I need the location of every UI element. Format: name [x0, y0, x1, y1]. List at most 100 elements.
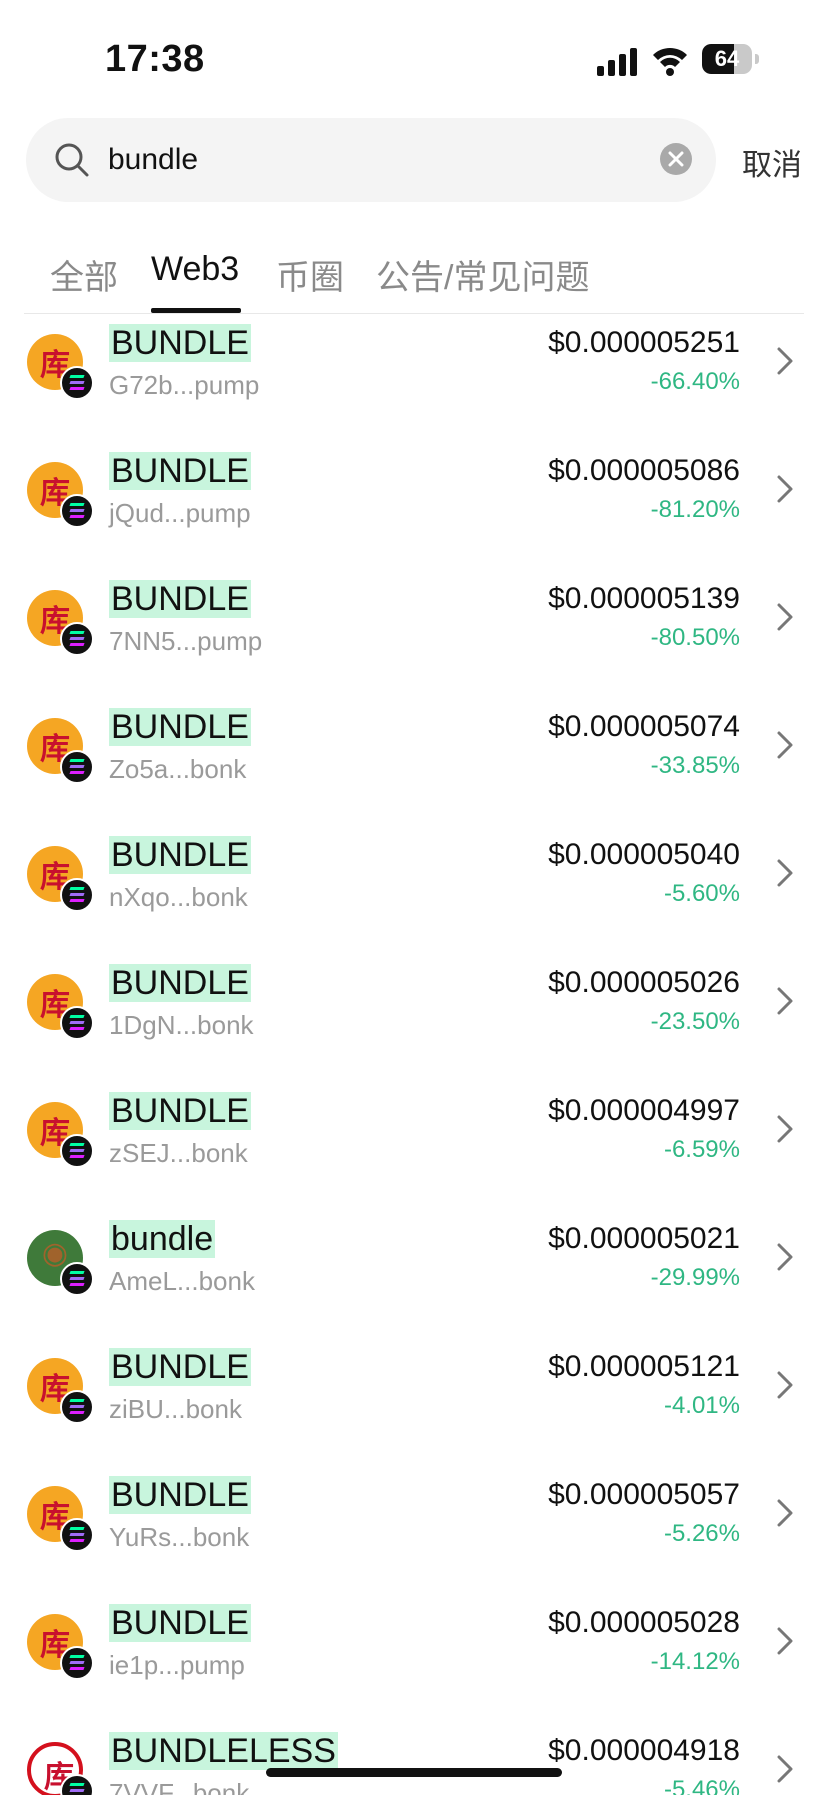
token-name: BUNDLE	[109, 1348, 251, 1386]
token-price: $0.000005021	[548, 1222, 740, 1255]
token-avatar: 库	[27, 334, 94, 400]
token-address: ziBU...bonk	[109, 1394, 242, 1424]
token-result-row[interactable]: 库 BUNDLE 7NN5...pump $0.000005139 -80.50%	[0, 568, 828, 696]
token-avatar: 库	[27, 718, 94, 784]
solana-chain-icon	[60, 1774, 94, 1795]
price-change: -5.60%	[663, 880, 740, 907]
status-bar: 17:38 64	[0, 0, 828, 110]
solana-chain-icon	[60, 366, 94, 400]
search-bar[interactable]	[26, 118, 716, 202]
token-address: Zo5a...bonk	[109, 754, 247, 784]
solana-chain-icon	[60, 1518, 94, 1552]
token-name: BUNDLE	[109, 836, 251, 874]
chevron-right-icon	[777, 1499, 793, 1527]
token-result-row[interactable]: 库 BUNDLE jQud...pump $0.000005086 -81.20%	[0, 440, 828, 568]
token-price: $0.000004918	[548, 1734, 740, 1767]
solana-chain-icon	[60, 1390, 94, 1424]
results-list: 库 BUNDLE G72b...pump $0.000005251 -66.40% 库 BU…	[0, 314, 828, 1795]
tab-web3[interactable]: Web3	[151, 250, 239, 289]
token-avatar: 库	[27, 462, 94, 528]
token-avatar: ◉	[27, 1230, 94, 1296]
token-name: BUNDLE	[109, 324, 251, 362]
price-change: -6.59%	[663, 1136, 740, 1163]
chevron-right-icon	[777, 1115, 793, 1143]
token-price: $0.000004997	[548, 1094, 740, 1127]
token-price: $0.000005251	[548, 326, 740, 359]
token-price: $0.000005028	[548, 1606, 740, 1639]
solana-chain-icon	[60, 622, 94, 656]
solana-chain-icon	[60, 1646, 94, 1680]
token-avatar: 库	[27, 1358, 94, 1424]
price-change: -66.40%	[650, 368, 740, 395]
token-result-row[interactable]: 库 BUNDLELESS 7VVF...bonk $0.000004918 -5.46%	[0, 1720, 828, 1795]
price-change: -5.26%	[663, 1520, 740, 1547]
price-change: -29.99%	[650, 1264, 740, 1291]
status-time: 17:38	[105, 38, 205, 80]
token-address: 1DgN...bonk	[109, 1010, 254, 1040]
token-avatar: 库	[27, 1614, 94, 1680]
token-result-row[interactable]: 库 BUNDLE G72b...pump $0.000005251 -66.40%	[0, 314, 828, 440]
token-price: $0.000005040	[548, 838, 740, 871]
battery-level: 64	[714, 46, 740, 71]
cellular-signal-icon	[597, 48, 637, 76]
price-change: -5.46%	[663, 1776, 740, 1795]
price-change: -23.50%	[650, 1008, 740, 1035]
category-tabs: 全部 Web3 币圈 公告/常见问题	[0, 236, 828, 316]
chevron-right-icon	[777, 1627, 793, 1655]
tab-announcements-faq[interactable]: 公告/常见问题	[376, 250, 589, 299]
clear-search-icon[interactable]	[660, 143, 692, 175]
token-result-row[interactable]: 库 BUNDLE YuRs...bonk $0.000005057 -5.26%	[0, 1464, 828, 1592]
token-name: BUNDLE	[109, 1092, 251, 1130]
price-change: -81.20%	[650, 496, 740, 523]
search-icon	[55, 143, 89, 177]
cancel-button[interactable]: 取消	[742, 140, 802, 184]
token-avatar: 库	[27, 1102, 94, 1168]
token-result-row[interactable]: 库 BUNDLE zSEJ...bonk $0.000004997 -6.59%	[0, 1080, 828, 1208]
search-input[interactable]	[108, 134, 648, 186]
price-change: -14.12%	[650, 1648, 740, 1675]
token-address: G72b...pump	[109, 370, 260, 400]
token-address: ie1p...pump	[109, 1650, 245, 1680]
tab-all[interactable]: 全部	[50, 250, 118, 299]
price-change: -33.85%	[650, 752, 740, 779]
solana-chain-icon	[60, 494, 94, 528]
tab-crypto[interactable]: 币圈	[276, 250, 344, 299]
solana-chain-icon	[60, 1262, 94, 1296]
chevron-right-icon	[777, 1371, 793, 1399]
token-address: 7VVF...bonk	[109, 1778, 250, 1795]
token-result-row[interactable]: ◉ bundle AmeL...bonk $0.000005021 -29.99%	[0, 1208, 828, 1336]
token-avatar: 库	[27, 590, 94, 656]
token-name: BUNDLELESS	[109, 1732, 338, 1770]
home-indicator	[266, 1768, 562, 1777]
token-price: $0.000005139	[548, 582, 740, 615]
wifi-icon	[653, 47, 687, 76]
token-name: BUNDLE	[109, 580, 251, 618]
chevron-right-icon	[777, 475, 793, 503]
price-change: -80.50%	[650, 624, 740, 651]
token-address: jQud...pump	[109, 498, 251, 528]
chevron-right-icon	[777, 603, 793, 631]
token-address: 7NN5...pump	[109, 626, 263, 656]
token-name: BUNDLE	[109, 708, 251, 746]
token-result-row[interactable]: 库 BUNDLE nXqo...bonk $0.000005040 -5.60%	[0, 824, 828, 952]
chevron-right-icon	[777, 987, 793, 1015]
token-name: BUNDLE	[109, 1604, 251, 1642]
token-price: $0.000005121	[548, 1350, 740, 1383]
token-result-row[interactable]: 库 BUNDLE Zo5a...bonk $0.000005074 -33.85%	[0, 696, 828, 824]
token-result-row[interactable]: 库 BUNDLE ziBU...bonk $0.000005121 -4.01%	[0, 1336, 828, 1464]
chevron-right-icon	[777, 1755, 793, 1783]
token-result-row[interactable]: 库 BUNDLE 1DgN...bonk $0.000005026 -23.50%	[0, 952, 828, 1080]
chevron-right-icon	[777, 347, 793, 375]
solana-chain-icon	[60, 750, 94, 784]
token-name: BUNDLE	[109, 452, 251, 490]
token-address: AmeL...bonk	[109, 1266, 255, 1296]
chevron-right-icon	[777, 731, 793, 759]
token-avatar: 库	[27, 974, 94, 1040]
price-change: -4.01%	[663, 1392, 740, 1419]
chevron-right-icon	[777, 1243, 793, 1271]
token-result-row[interactable]: 库 BUNDLE ie1p...pump $0.000005028 -14.12%	[0, 1592, 828, 1720]
solana-chain-icon	[60, 1006, 94, 1040]
token-avatar: 库	[27, 846, 94, 912]
token-price: $0.000005057	[548, 1478, 740, 1511]
token-address: YuRs...bonk	[109, 1522, 250, 1552]
